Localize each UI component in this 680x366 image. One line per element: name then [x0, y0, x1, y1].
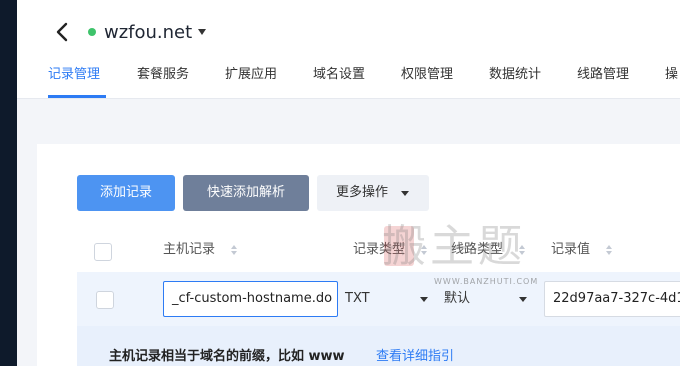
- tab-domain-settings[interactable]: 域名设置: [313, 65, 365, 85]
- tab-more[interactable]: 操: [665, 65, 678, 85]
- tab-statistics[interactable]: 数据统计: [489, 65, 541, 85]
- active-tab-indicator: [48, 95, 106, 98]
- select-all-checkbox[interactable]: [94, 243, 112, 261]
- column-value[interactable]: 记录值: [551, 240, 590, 260]
- record-value-input[interactable]: 22d97aa7-327c-4d1e: [544, 281, 680, 317]
- records-card: 添加记录 快速添加解析 更多操作 主机记录 记录类型 线路类型 记录值 _cf-…: [37, 144, 680, 366]
- chevron-down-icon: [519, 297, 527, 302]
- domain-dropdown-icon[interactable]: [198, 29, 206, 35]
- line-type-value: 默认: [444, 291, 471, 306]
- add-record-button[interactable]: 添加记录: [77, 175, 175, 211]
- tab-packages[interactable]: 套餐服务: [137, 65, 189, 85]
- tab-extensions[interactable]: 扩展应用: [225, 65, 277, 85]
- sort-icon[interactable]: [231, 245, 237, 255]
- chevron-down-icon: [420, 297, 428, 302]
- sort-icon[interactable]: [421, 245, 427, 255]
- line-type-select[interactable]: 默认: [444, 281, 536, 317]
- host-record-input[interactable]: _cf-custom-hostname.do: [163, 281, 338, 317]
- tab-records[interactable]: 记录管理: [48, 65, 100, 85]
- edit-record-row: _cf-custom-hostname.do TXT 默认 22d97aa7-3…: [77, 272, 680, 326]
- domain-name[interactable]: wzfou.net: [104, 20, 192, 46]
- column-type[interactable]: 记录类型: [353, 240, 405, 260]
- chevron-down-icon: [401, 191, 409, 196]
- column-line[interactable]: 线路类型: [451, 240, 503, 260]
- more-actions-button[interactable]: 更多操作: [317, 175, 429, 211]
- back-arrow-icon[interactable]: [53, 19, 71, 45]
- tab-permissions[interactable]: 权限管理: [401, 65, 453, 85]
- dns-console: wzfou.net 记录管理 套餐服务 扩展应用 域名设置 权限管理 数据统计 …: [17, 0, 680, 366]
- quick-add-button[interactable]: 快速添加解析: [183, 175, 309, 211]
- record-type-value: TXT: [345, 291, 370, 306]
- more-actions-label: 更多操作: [336, 185, 389, 200]
- record-type-select[interactable]: TXT: [345, 281, 437, 317]
- help-tip: 主机记录相当于域名的前缀，比如 www 查看详细指引: [77, 326, 680, 366]
- tip-text: 主机记录相当于域名的前缀，比如 www: [109, 349, 345, 364]
- domain-status-dot: [88, 28, 96, 36]
- row-checkbox[interactable]: [96, 291, 114, 309]
- tab-lines[interactable]: 线路管理: [577, 65, 629, 85]
- sort-icon[interactable]: [606, 245, 612, 255]
- guide-link[interactable]: 查看详细指引: [376, 348, 454, 366]
- column-host[interactable]: 主机记录: [163, 240, 215, 260]
- sort-icon[interactable]: [519, 245, 525, 255]
- table-header: 主机记录 记录类型 线路类型 记录值: [77, 232, 680, 272]
- domain-header: wzfou.net 记录管理 套餐服务 扩展应用 域名设置 权限管理 数据统计 …: [17, 0, 680, 99]
